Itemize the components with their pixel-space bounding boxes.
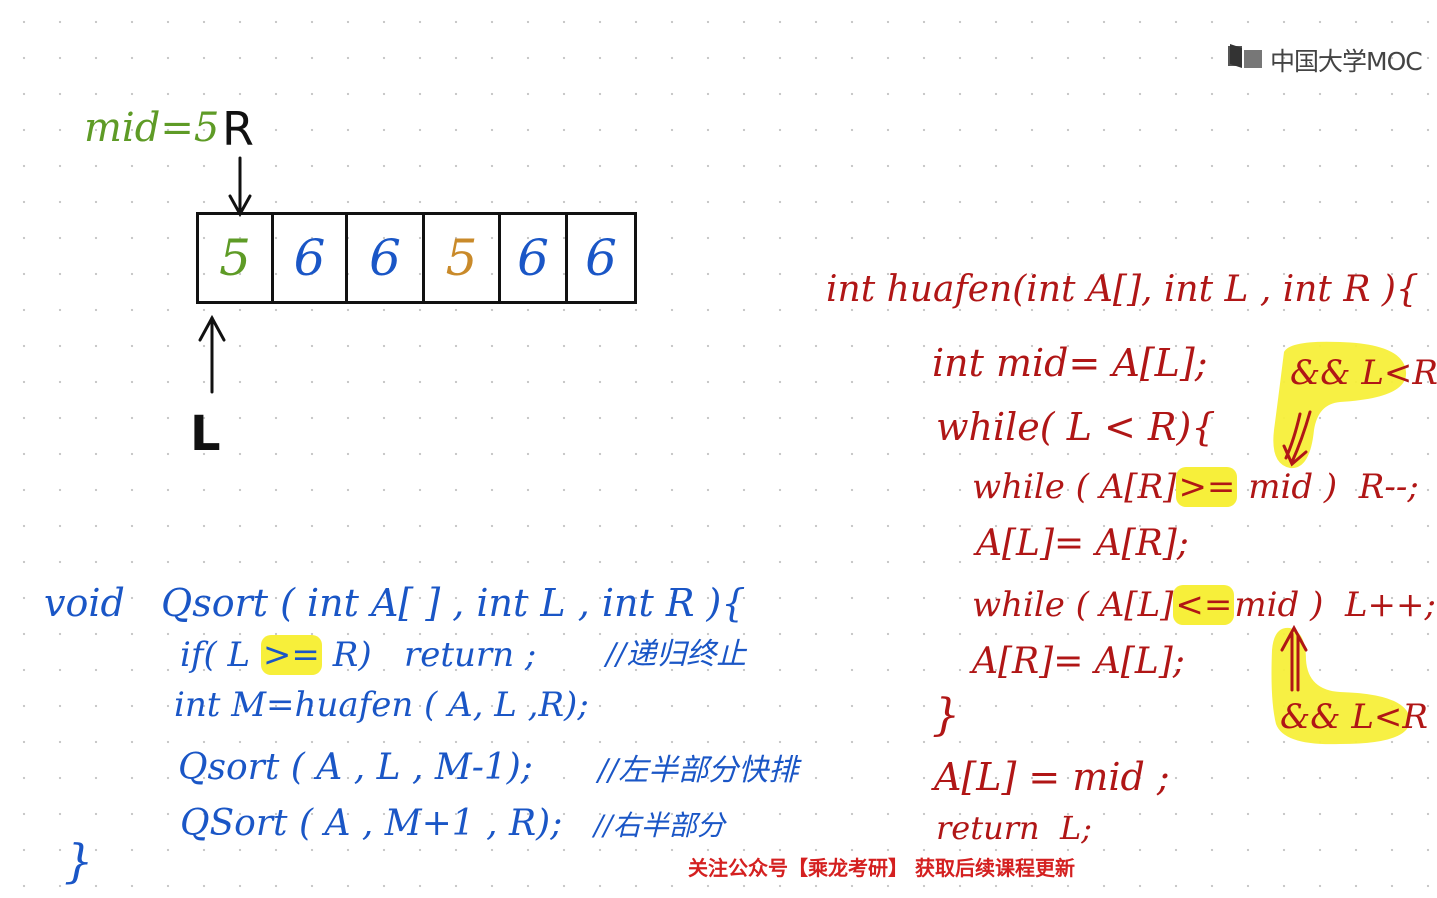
- qsort-if-line: if( L >= R) return ;: [180, 635, 537, 675]
- huafen-brace: }: [932, 690, 960, 741]
- highlight-operator: >=: [260, 635, 322, 675]
- huafen-assign-right: A[R]= A[L];: [972, 641, 1185, 682]
- qsort-comment-termination: //递归终止: [606, 637, 747, 672]
- code-text: if( L: [180, 635, 261, 675]
- qsort-comment-left: //左半部分快排: [598, 753, 799, 788]
- huafen-mid-line: int mid= A[L];: [932, 341, 1208, 385]
- qsort-right-call: QSort ( A , M+1 , R);: [180, 803, 563, 844]
- huafen-signature: int huafen(int A[], int L , int R ){: [826, 269, 1419, 310]
- code-text: while ( A[R]: [972, 467, 1177, 507]
- huafen-assign-mid: A[L] = mid ;: [934, 755, 1170, 799]
- huafen-return: return L;: [936, 809, 1092, 847]
- code-text: mid ) R--;: [1237, 467, 1419, 507]
- huafen-while-right: while ( A[R]>= mid ) R--;: [972, 467, 1419, 507]
- huafen-assign-left: A[L]= A[R];: [976, 523, 1189, 564]
- huafen-while-outer: while( L < R){: [936, 405, 1216, 449]
- huafen-while-left: while ( A[L]<=mid ) L++;: [972, 585, 1436, 625]
- qsort-comment-right: //右半部分: [594, 809, 725, 842]
- huafen-condition-note: && L<R: [1290, 353, 1437, 393]
- huafen-condition-note: && L<R: [1280, 697, 1429, 737]
- l-arrow-icon: [198, 314, 226, 394]
- qsort-signature: void Qsort ( int A[ ] , int L , int R ){: [44, 581, 746, 625]
- qsort-partition-call: int M=huafen ( A, L ,R);: [174, 685, 589, 725]
- promo-banner: 关注公众号【乘龙考研】 获取后续课程更新: [688, 856, 1075, 880]
- highlight-operator: <=: [1173, 585, 1235, 625]
- qsort-left-call: Qsort ( A , L , M-1);: [178, 747, 533, 788]
- r-arrow-icon: [228, 156, 252, 218]
- qsort-brace: }: [64, 834, 94, 888]
- code-text: mid ) L++;: [1234, 585, 1436, 625]
- highlight-operator: >=: [1176, 467, 1238, 507]
- code-text: while ( A[L]: [972, 585, 1174, 625]
- code-text: R) return ;: [321, 635, 537, 675]
